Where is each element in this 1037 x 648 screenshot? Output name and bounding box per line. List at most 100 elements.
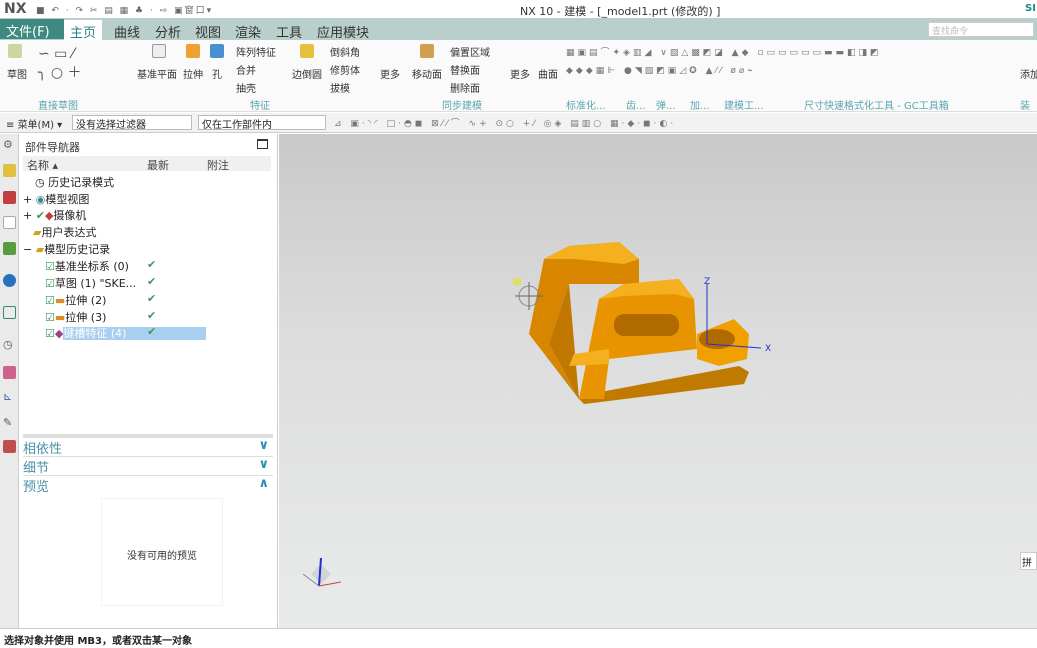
web-browser-icon[interactable] bbox=[3, 274, 16, 287]
settings-icon[interactable]: ⚙ bbox=[3, 138, 16, 151]
group-sync-modeling: 同步建模 bbox=[442, 101, 482, 112]
group-gear: 齿... bbox=[626, 101, 646, 112]
part-model[interactable] bbox=[529, 242, 749, 404]
part-navigator-icon[interactable] bbox=[3, 216, 16, 229]
tree-item-sketch[interactable]: ☑草图 (1) "SKE... ✔ bbox=[23, 275, 271, 291]
column-name[interactable]: 名称 ▴ bbox=[27, 157, 58, 173]
group-standard: 标准化... bbox=[566, 101, 606, 112]
scope-select[interactable]: 仅在工作部件内 bbox=[198, 115, 326, 131]
window-menu[interactable]: 窗口 bbox=[185, 6, 207, 16]
window-title: NX 10 - 建模 - [_model1.prt (修改的) ] bbox=[520, 5, 721, 18]
title-bar: NX ■ ↶ · ↷ ✂ ▤ ▦ ♣ · ⇨ ▣窗口▾ NX 10 - 建模 -… bbox=[0, 0, 1037, 18]
group-feature: 特征 bbox=[250, 101, 270, 112]
more-features-button[interactable]: 更多 bbox=[380, 66, 400, 81]
axis-z-label: Z bbox=[704, 277, 710, 287]
axis-x-label: X bbox=[765, 344, 771, 354]
draft-button[interactable]: 拔模 bbox=[330, 80, 350, 95]
misc-tool-icons[interactable]: ▦▣▤⌒✦◈▥◢ ∨▧△▩◩◪ ▲◆ ▫▭▭▭▭▭▬▬◧◨◩ bbox=[566, 45, 881, 58]
group-gc-toolkit: 尺寸快速格式化工具 - GC工具箱 bbox=[804, 101, 949, 112]
edge-blend-icon bbox=[300, 44, 314, 58]
move-face-icon bbox=[420, 44, 434, 58]
tab-analysis[interactable]: 分析 bbox=[149, 20, 187, 41]
resource-bar: ⚙ ◷ ⊾ ✎ bbox=[0, 134, 19, 628]
tab-file[interactable]: 文件(F) bbox=[0, 19, 64, 40]
tab-tools[interactable]: 工具 bbox=[270, 20, 308, 41]
maximize-icon[interactable] bbox=[257, 139, 268, 149]
ribbon: 草图 ∽ ▭ ⁄ ╮ ○ ＋ 直接草图 基准平面 拉伸 孔 阵列特征 合并 抽壳 … bbox=[0, 40, 1037, 127]
palette-icon[interactable] bbox=[3, 440, 16, 453]
tree-item-user-expressions[interactable]: ▰用户表达式 bbox=[23, 224, 271, 240]
column-notes[interactable]: 附注 bbox=[207, 157, 229, 173]
command-search-input[interactable]: 查找命令 bbox=[928, 22, 1034, 37]
assembly-navigator-icon[interactable] bbox=[3, 164, 16, 177]
datum-plane-button[interactable]: 基准平面 bbox=[137, 66, 177, 81]
group-direct-sketch: 直接草图 bbox=[38, 101, 78, 112]
unite-button[interactable]: 合并 bbox=[236, 62, 256, 77]
tab-view[interactable]: 视图 bbox=[189, 20, 227, 41]
status-bar: 选择对象并使用 MB3，或者双击某一对象 bbox=[0, 628, 1037, 648]
reuse-library-icon[interactable] bbox=[3, 242, 16, 255]
misc-tool-icons-2[interactable]: ◆◆◆▦⊩ ●◥▧◩▣◿✪ ▲⁄⁄ ø⌀⌁ bbox=[566, 66, 756, 76]
pattern-feature-button[interactable]: 阵列特征 bbox=[236, 44, 276, 59]
section-dependencies[interactable]: 相依性 ∨ bbox=[23, 438, 273, 457]
view-triad-icon bbox=[302, 557, 342, 587]
brand-logo: SI bbox=[1025, 3, 1036, 14]
selection-toolbar: ≡ 菜单(M) ▾ 没有选择过滤器 仅在工作部件内 ⊿ ▣·◝◜ □·◓◼ ⊠⁄… bbox=[0, 113, 1037, 133]
tab-curve[interactable]: 曲线 bbox=[108, 20, 146, 41]
sketch-icon bbox=[8, 44, 22, 58]
tree-item-cameras[interactable]: + ✔◆摄像机 bbox=[23, 207, 271, 223]
delete-face-button[interactable]: 删除面 bbox=[450, 80, 480, 95]
group-spring: 弹... bbox=[656, 101, 676, 112]
roles-icon[interactable]: ✎ bbox=[3, 416, 16, 429]
tree-item-datum-csys[interactable]: ☑基准坐标系 (0) ✔ bbox=[23, 258, 271, 274]
tab-application[interactable]: 应用模块 bbox=[311, 20, 375, 41]
trim-body-button[interactable]: 修剪体 bbox=[330, 62, 360, 77]
navigator-header: 名称 ▴ 最新 附注 bbox=[23, 156, 271, 173]
move-face-button[interactable]: 移动面 bbox=[412, 66, 442, 81]
edge-panel-button[interactable]: 拼 bbox=[1020, 552, 1037, 570]
tree-item-history-mode[interactable]: ◷ 历史记录模式 bbox=[23, 174, 271, 190]
history-icon[interactable] bbox=[3, 306, 16, 319]
more-sync-button[interactable]: 更多 bbox=[510, 66, 530, 81]
chamfer-button[interactable]: 倒斜角 bbox=[330, 44, 360, 59]
extrude-icon bbox=[186, 44, 200, 58]
group-modeling-tools: 建模工... bbox=[724, 101, 764, 112]
nx-logo: NX bbox=[4, 1, 27, 17]
section-preview[interactable]: 预览 ∧ bbox=[23, 476, 273, 495]
preview-empty-text: 没有可用的预览 bbox=[101, 498, 223, 606]
sketch-button[interactable]: 草图 bbox=[7, 66, 27, 81]
snap-tool-icons[interactable]: ⊿ ▣·◝◜ □·◓◼ ⊠⁄⁄⌒ ∿+ ⊙○ +⁄ ◎◈ ▤▥○ ▦·◆·◼·◐… bbox=[334, 116, 676, 129]
graphics-viewport[interactable]: Z X bbox=[279, 134, 1037, 628]
shell-button[interactable]: 抽壳 bbox=[236, 80, 256, 95]
clock-icon[interactable]: ◷ bbox=[3, 338, 16, 351]
tree-item-model-history[interactable]: − ▰模型历史记录 bbox=[23, 241, 271, 257]
tab-home[interactable]: 主页 bbox=[64, 20, 103, 41]
tree-item-slot-feature[interactable]: ☑◆键槽特征 (4) ✔ bbox=[23, 325, 271, 341]
hole-icon bbox=[210, 44, 224, 58]
tab-render[interactable]: 渲染 bbox=[229, 20, 267, 41]
quick-access-toolbar[interactable]: ■ ↶ · ↷ ✂ ▤ ▦ ♣ · ⇨ ▣窗口▾ bbox=[36, 3, 213, 16]
offset-region-button[interactable]: 偏置区域 bbox=[450, 44, 490, 59]
edge-blend-button[interactable]: 边倒圆 bbox=[292, 66, 322, 81]
navigator-title: 部件导航器 bbox=[25, 141, 80, 154]
group-add: 加... bbox=[690, 101, 710, 112]
tree-item-model-views[interactable]: + ◉模型视图 bbox=[23, 191, 271, 207]
surface-button[interactable]: 曲面 bbox=[538, 66, 558, 81]
tree-item-extrude-3[interactable]: ☑▬拉伸 (3) ✔ bbox=[23, 309, 271, 325]
extrude-button[interactable]: 拉伸 bbox=[183, 66, 203, 81]
type-filter-select[interactable]: 没有选择过滤器 bbox=[72, 115, 192, 131]
section-details[interactable]: 细节 ∨ bbox=[23, 457, 273, 476]
replace-face-button[interactable]: 替换面 bbox=[450, 62, 480, 77]
datum-plane-icon bbox=[152, 44, 166, 58]
constraint-navigator-icon[interactable] bbox=[3, 191, 16, 204]
system-materials-icon[interactable] bbox=[3, 366, 16, 379]
tree-item-extrude-2[interactable]: ☑▬拉伸 (2) ✔ bbox=[23, 292, 271, 308]
column-latest[interactable]: 最新 bbox=[147, 157, 169, 173]
model-view: Z X bbox=[302, 242, 771, 587]
hole-button[interactable]: 孔 bbox=[212, 66, 222, 81]
process-studio-icon[interactable]: ⊾ bbox=[3, 390, 16, 403]
sketch-curve-tools[interactable]: ∽ ▭ ⁄ ╮ ○ ＋ bbox=[38, 46, 82, 82]
menu-button[interactable]: ≡ 菜单(M) ▾ bbox=[6, 116, 62, 131]
ribbon-tabs: 文件(F) 主页 曲线 分析 视图 渲染 工具 应用模块 bbox=[0, 18, 1037, 41]
add-button[interactable]: 添加 bbox=[1020, 66, 1037, 81]
